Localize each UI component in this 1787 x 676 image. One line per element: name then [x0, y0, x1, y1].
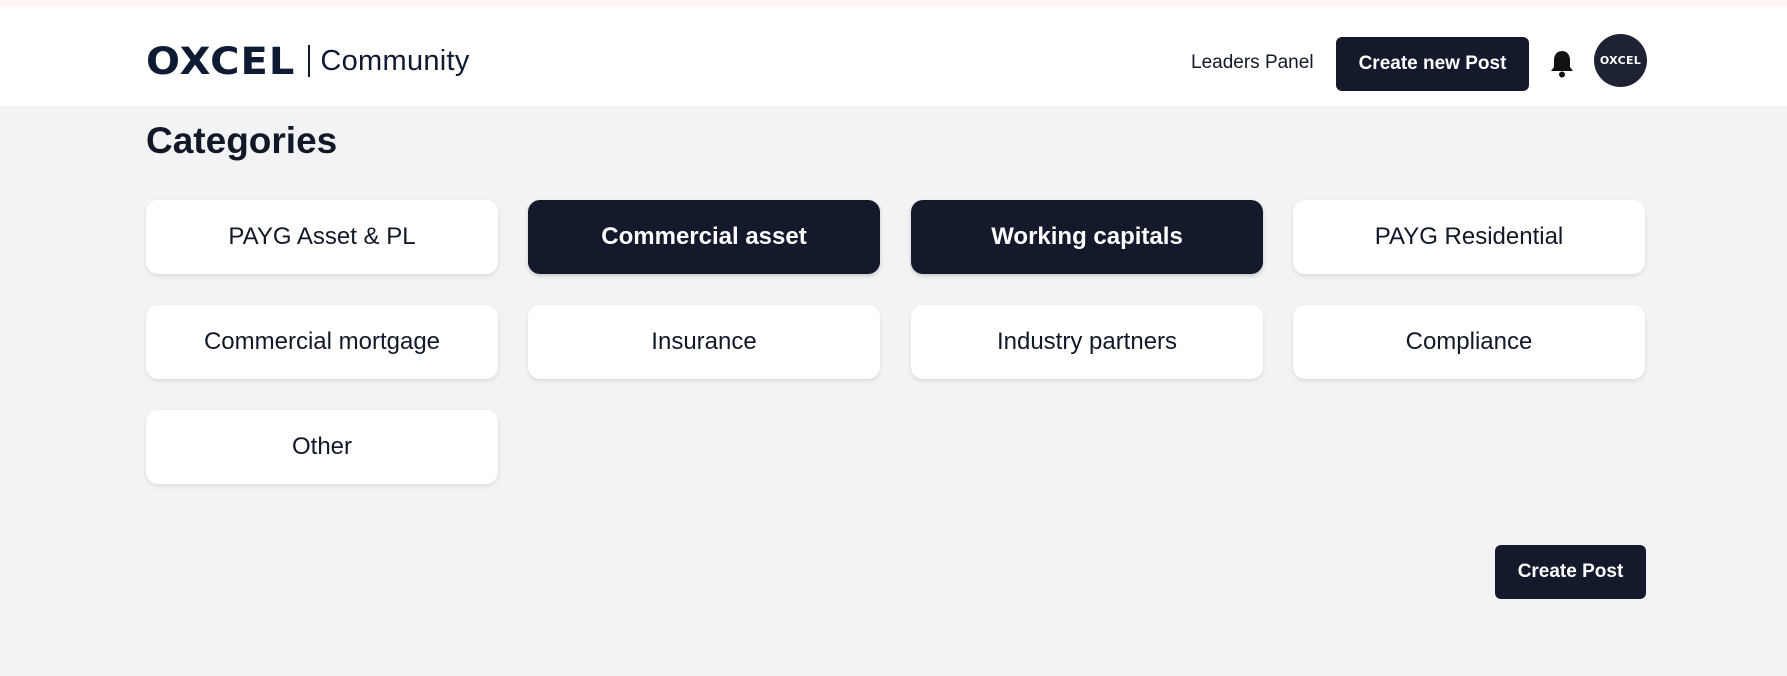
top-navbar: OXCEL Community Leaders Panel Create new… — [0, 7, 1787, 106]
category-card[interactable]: PAYG Residential — [1293, 200, 1645, 274]
bell-icon[interactable] — [1548, 49, 1576, 79]
logo-divider — [308, 45, 311, 77]
leaders-panel-link[interactable]: Leaders Panel — [1191, 52, 1314, 74]
logo-subtitle: Community — [320, 44, 470, 77]
category-card[interactable]: Insurance — [528, 305, 880, 379]
create-post-button[interactable]: Create Post — [1495, 545, 1646, 599]
category-card[interactable]: Other — [146, 410, 498, 484]
avatar-label: OXCEL — [1599, 54, 1642, 67]
category-card[interactable]: Commercial asset — [528, 200, 880, 274]
logo-wordmark: OXCEL — [146, 39, 296, 83]
category-card[interactable]: PAYG Asset & PL — [146, 200, 498, 274]
category-card[interactable]: Industry partners — [911, 305, 1263, 379]
page-title: Categories — [146, 120, 338, 161]
category-card[interactable]: Commercial mortgage — [146, 305, 498, 379]
avatar[interactable]: OXCEL — [1594, 34, 1647, 87]
top-accent-strip — [0, 0, 1787, 7]
oxcel-community-logo[interactable]: OXCEL Community — [146, 39, 470, 83]
create-new-post-button[interactable]: Create new Post — [1336, 37, 1529, 91]
category-card[interactable]: Working capitals — [911, 200, 1263, 274]
category-card[interactable]: Compliance — [1293, 305, 1645, 379]
